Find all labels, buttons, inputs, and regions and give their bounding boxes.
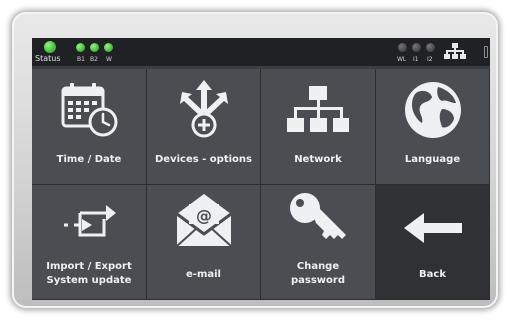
touch-screen: Status B1 B2 W WL I1 I2 Time / Date Devi…: [32, 38, 490, 300]
network-label: Network: [294, 154, 342, 165]
time-date-label: Time / Date: [56, 154, 122, 165]
email-label: e-mail: [186, 269, 221, 280]
battery-icon: [484, 46, 488, 58]
i1-indicator-label: I1: [413, 56, 419, 63]
b2-indicator-label: B2: [90, 56, 98, 63]
password-label: password: [290, 275, 345, 286]
w-led-icon: [104, 43, 113, 52]
b1-indicator-label: B1: [77, 56, 85, 63]
settings-menu-grid: Time / Date Devices - options Network La…: [32, 69, 490, 300]
import-export-tile[interactable]: Import / Export System update: [32, 185, 147, 300]
change-label: Change: [296, 261, 340, 272]
wl-led-icon: [398, 43, 407, 52]
status-led-icon: [44, 41, 56, 53]
key-icon: [290, 193, 346, 239]
import-export-label: Import / Export: [46, 261, 132, 272]
devices-options-label: Devices - options: [155, 154, 252, 165]
language-label: Language: [404, 154, 461, 165]
status-label: Status: [35, 54, 61, 63]
svg-text:@: @: [196, 206, 212, 225]
back-tile[interactable]: Back: [376, 185, 490, 300]
network-tile[interactable]: Network: [261, 69, 376, 185]
i2-led-icon: [426, 43, 435, 52]
devices-options-tile[interactable]: Devices - options: [147, 69, 261, 185]
b1-led-icon: [76, 43, 85, 52]
calendar-clock-icon: [61, 83, 118, 137]
language-tile[interactable]: Language: [376, 69, 490, 185]
change-password-tile[interactable]: Change password: [261, 185, 376, 300]
time-date-tile[interactable]: Time / Date: [32, 69, 147, 185]
status-bar: Status B1 B2 W WL I1 I2: [32, 38, 490, 66]
arrow-left-icon: [403, 213, 462, 243]
envelope-at-icon: @: [175, 194, 232, 247]
system-update-label: System update: [46, 275, 132, 286]
globe-icon: [404, 82, 461, 138]
wl-indicator-label: WL: [397, 56, 407, 63]
arrows-plus-icon: [179, 80, 228, 138]
network-status-icon: [444, 43, 466, 59]
i1-led-icon: [412, 43, 421, 52]
w-indicator-label: W: [106, 56, 112, 63]
b2-led-icon: [90, 43, 99, 52]
back-label: Back: [419, 269, 446, 280]
i2-indicator-label: I2: [427, 56, 433, 63]
network-tree-icon: [287, 86, 349, 132]
sync-arrows-icon: [64, 205, 116, 237]
email-tile[interactable]: @ e-mail: [147, 185, 261, 300]
